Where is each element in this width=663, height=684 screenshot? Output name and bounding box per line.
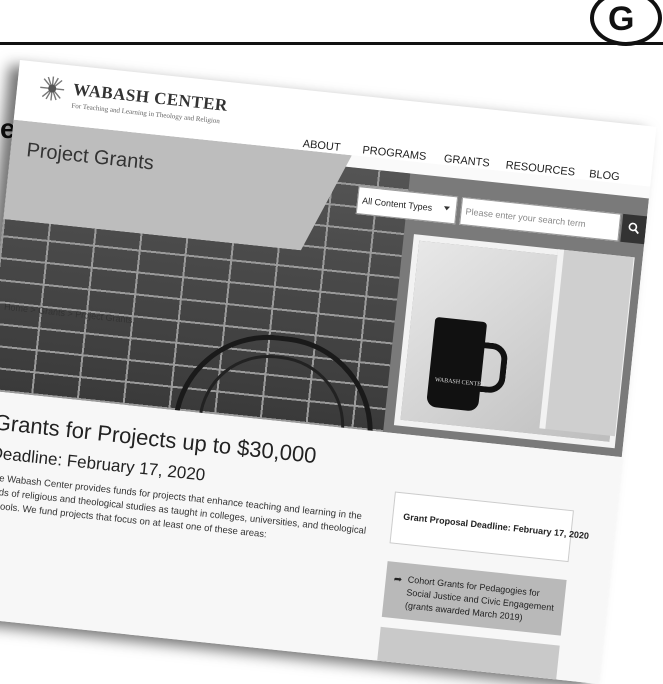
content-type-select-value: All Content Types	[361, 195, 433, 213]
nav-item-programs[interactable]: PROGRAMS	[362, 144, 427, 163]
share-arrow-icon: ➦	[393, 573, 403, 586]
chevron-down-icon	[443, 206, 451, 211]
nav-item-blog[interactable]: BLOG	[589, 168, 621, 183]
nav-item-resources[interactable]: RESOURCES	[505, 159, 576, 178]
sunburst-logo-icon	[40, 76, 65, 101]
sidebar-link-cohort-grants[interactable]: ➦ Cohort Grants for Pedagogies for Socia…	[381, 561, 567, 636]
nav-item-grants[interactable]: GRANTS	[443, 153, 490, 170]
sidebar-link-next[interactable]	[376, 626, 560, 684]
deadline-box-text: Grant Proposal Deadline: February 17, 20…	[402, 511, 590, 542]
deadline-box: Grant Proposal Deadline: February 17, 20…	[389, 491, 589, 563]
search-button[interactable]	[620, 213, 648, 245]
slide-logo-letter: G	[608, 0, 635, 38]
slide-logo: G	[590, 0, 662, 46]
search-icon	[628, 222, 639, 235]
sidebar-link-label: Cohort Grants for Pedagogies for Social …	[404, 574, 555, 623]
slide-divider	[0, 42, 663, 45]
website-screenshot: WABASH CENTER For Teaching and Learning …	[0, 60, 657, 684]
